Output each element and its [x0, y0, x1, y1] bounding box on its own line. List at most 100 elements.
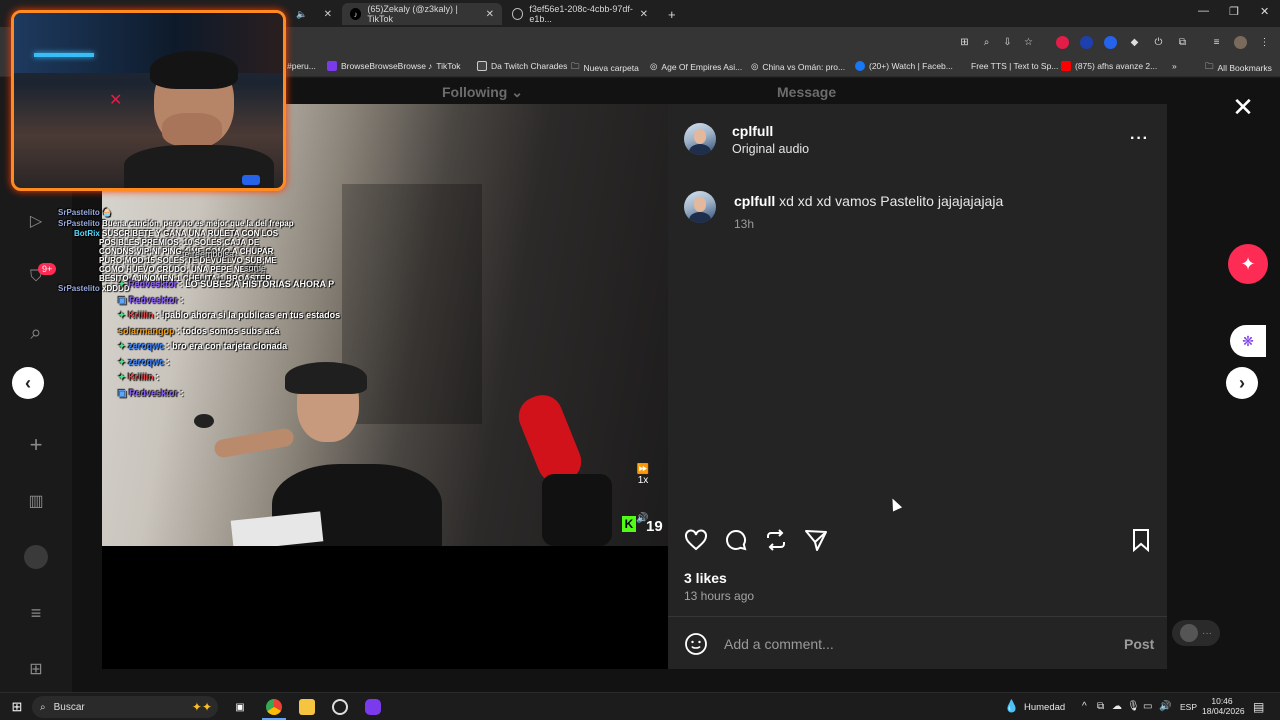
previous-video-button[interactable]: ‹ — [12, 367, 44, 399]
chat-line: te reembolsa — [182, 249, 235, 259]
notification-icon[interactable]: ▤ — [1253, 700, 1264, 714]
message-tab[interactable]: Message — [777, 84, 836, 100]
close-window-icon[interactable]: ✕ — [1260, 5, 1269, 18]
weather-drop-icon[interactable]: 💧 — [1004, 699, 1019, 713]
language-indicator[interactable]: ESP — [1180, 702, 1197, 712]
bookmark-item[interactable]: #peru... — [287, 61, 316, 71]
chrome-icon[interactable] — [266, 699, 282, 715]
kick-logo-icon: K — [622, 516, 636, 532]
restore-icon[interactable]: ❐ — [1229, 5, 1239, 18]
likes-count[interactable]: 3 likes — [684, 570, 727, 586]
more-options-icon[interactable]: ··· — [1130, 130, 1149, 148]
playback-speed[interactable]: ⏩ 1x — [632, 464, 654, 486]
audio-label[interactable]: Original audio — [732, 142, 809, 156]
comment-time: 13h — [734, 217, 755, 231]
tab-tiktok[interactable]: ♪ (65)Zekaly (@z3kaly) | TikTok ✕ — [342, 3, 502, 25]
share-button[interactable] — [804, 528, 828, 557]
extension-blue-icon[interactable] — [1080, 36, 1093, 49]
folder-icon: 🗀 — [1205, 61, 1214, 71]
new-tab-button[interactable]: + — [660, 3, 680, 25]
nav-upload-icon[interactable]: + — [24, 432, 48, 457]
extensions-puzzle-icon[interactable]: ⧉ — [1176, 36, 1189, 49]
friends-activity[interactable]: ··· — [1172, 620, 1220, 646]
close-tab-icon[interactable]: ✕ — [486, 9, 494, 20]
bookmark-star-icon[interactable]: ☆ — [1022, 36, 1035, 49]
tab-previous[interactable]: 🔈 ✕ — [288, 3, 340, 25]
following-tab[interactable]: Following ⌄ — [442, 84, 523, 101]
all-bookmarks[interactable]: 🗀 All Bookmarks — [1205, 61, 1272, 75]
close-tab-icon[interactable]: ✕ — [640, 9, 648, 20]
nav-more-icon[interactable]: ≡ — [24, 601, 48, 625]
extension-diamond-icon[interactable]: ◆ — [1128, 36, 1141, 49]
nav-profile-avatar[interactable] — [24, 545, 48, 569]
nav-search-icon[interactable]: ⌕ — [24, 321, 48, 345]
bookmark-item[interactable]: ◎ Age Of Empires Asi... — [650, 61, 742, 72]
extension-shield-icon[interactable] — [1104, 36, 1117, 49]
bookmark-item[interactable]: (875) afhs avanze 2... — [1061, 61, 1157, 71]
install-icon[interactable]: ⇩ — [1001, 36, 1014, 49]
zoom-icon[interactable]: ⌕ — [980, 36, 993, 49]
extension-off-icon[interactable]: ⏻ — [1152, 36, 1165, 49]
emote-icon: 🧁 — [102, 208, 112, 217]
author-avatar[interactable] — [684, 123, 716, 155]
tray-chevron-icon[interactable]: ^ — [1082, 701, 1087, 712]
next-video-button[interactable]: › — [1226, 367, 1258, 399]
translate-icon[interactable]: ⊞ — [958, 36, 971, 49]
bookmark-item[interactable]: ♪ TikTok — [428, 61, 461, 71]
tray-volume-icon[interactable]: 🔊 — [1159, 701, 1171, 712]
send-icon — [805, 530, 827, 551]
windows-start-icon[interactable]: ⊞ — [9, 699, 25, 715]
more-dots-icon: ··· — [1202, 627, 1212, 639]
post-comment-button[interactable]: Post — [1124, 636, 1154, 652]
author-username[interactable]: cplfull — [732, 123, 773, 139]
comment: cplfull xd xd xd vamos Pastelito jajajaj… — [734, 193, 1003, 209]
nav-live-icon[interactable]: ▷ — [24, 209, 48, 233]
task-view-icon[interactable]: ▣ — [232, 699, 248, 715]
like-button[interactable] — [684, 528, 708, 557]
bookmark-item[interactable]: BrowseBrowseBrowse — [327, 61, 426, 71]
tray-mic-icon[interactable]: 🎙 — [1127, 701, 1140, 712]
nav-analytics-icon[interactable]: ▥ — [24, 489, 48, 513]
comment-text: xd xd xd vamos Pastelito jajajajajaja — [779, 193, 1004, 209]
minimize-icon[interactable]: — — [1198, 5, 1209, 17]
clock[interactable]: 10:46 18/04/2026 — [1202, 696, 1245, 716]
effects-fab-icon[interactable]: ✦ — [1228, 244, 1268, 284]
bookmark-item[interactable]: 🗀 Nueva carpeta — [571, 61, 639, 75]
tray-app-icon[interactable]: ⧉ — [1097, 701, 1104, 712]
ai-assistant-icon[interactable]: ❋ — [1230, 325, 1266, 357]
chat-line: ✦ zeroqwc : bro era con tarjeta clonada — [118, 341, 288, 351]
tab-globe[interactable]: f3ef56e1-208c-4cbb-97df-e1b... ✕ — [504, 3, 656, 25]
media-control-icon[interactable]: ≡ — [1210, 36, 1223, 49]
bookmark-item[interactable]: Da Twitch Charades — [477, 61, 567, 71]
comment-input[interactable]: Add a comment... — [724, 636, 834, 652]
plus-icon[interactable]: + — [668, 7, 676, 22]
bookmark-item[interactable]: ◎ China vs Omán: pro... — [751, 61, 845, 72]
menu-kebab-icon[interactable]: ⋮ — [1258, 36, 1271, 49]
profile-avatar[interactable] — [1234, 36, 1247, 49]
comment-username[interactable]: cplfull — [734, 193, 775, 209]
close-modal-icon[interactable]: ✕ — [1232, 94, 1254, 120]
commenter-avatar[interactable] — [684, 191, 716, 223]
discord-icon[interactable] — [365, 699, 381, 715]
weather-label[interactable]: Humedad — [1024, 702, 1065, 713]
taskbar-search[interactable]: ⌕ Buscar ✦✦ — [32, 696, 218, 718]
tab-title: f3ef56e1-208c-4cbb-97df-e1b... — [529, 4, 633, 24]
close-tab-icon[interactable]: ✕ — [324, 9, 332, 20]
comment-button[interactable] — [724, 528, 748, 557]
repost-button[interactable] — [764, 528, 788, 557]
nav-apps-icon[interactable]: ⊞ — [24, 657, 48, 681]
file-explorer-icon[interactable] — [299, 699, 315, 715]
comment-bubble-icon — [726, 529, 747, 551]
chat-line: ✦ zeroqwc : — [118, 357, 170, 367]
obs-icon[interactable] — [332, 699, 348, 715]
emoji-button[interactable] — [684, 632, 708, 661]
tray-cloud-icon[interactable]: ☁ — [1112, 701, 1122, 712]
speaker-icon[interactable]: 🔈 — [296, 9, 307, 20]
bookmark-item[interactable]: (20+) Watch | Faceb... — [855, 61, 953, 71]
extension-red-icon[interactable] — [1056, 36, 1069, 49]
tiktok-icon: ♪ — [428, 61, 433, 71]
more-bookmarks-chevron-icon[interactable]: » — [1172, 61, 1177, 71]
tray-network-icon[interactable]: ▭ — [1143, 701, 1152, 712]
save-button[interactable] — [1130, 528, 1152, 557]
bookmark-item[interactable]: Free TTS | Text to Sp... — [971, 61, 1058, 71]
